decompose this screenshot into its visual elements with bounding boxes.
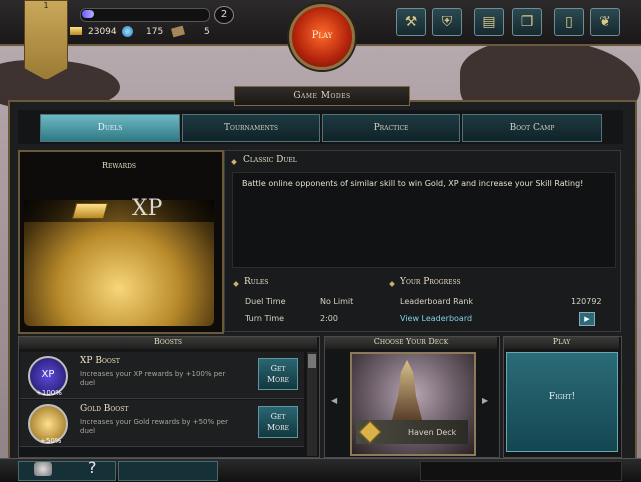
duel-title: Classic Duel — [243, 155, 297, 165]
footer-slot[interactable] — [118, 461, 218, 481]
play-title: Play — [504, 337, 619, 349]
footer-slot[interactable] — [18, 461, 116, 481]
dice-icon[interactable] — [34, 462, 52, 476]
rewards-strip — [24, 200, 214, 222]
gold-boost-percent: +50% — [40, 437, 62, 445]
laurel-icon[interactable]: ❦ — [590, 8, 620, 36]
level-badge: 2 — [214, 6, 234, 24]
rewards-title: Rewards — [101, 161, 137, 170]
xp-boost-description: Increases your XP rewards by +100% per d… — [80, 370, 226, 387]
fight-button[interactable]: Fight! — [506, 352, 618, 452]
ticket-amount: 5 — [204, 27, 210, 37]
xp-bar-fill — [82, 10, 94, 18]
xp-boost-name: XP Boost — [80, 356, 120, 366]
xp-boost-get-more-button[interactable]: Get More — [258, 358, 298, 390]
question-card-icon[interactable]: ▯ — [554, 8, 584, 36]
deck-next-arrow[interactable]: ▶ — [482, 396, 488, 405]
tab-tournaments[interactable]: Tournaments — [182, 114, 320, 142]
xp-boost-percent: +100% — [36, 389, 62, 397]
chest-icon[interactable]: ▤ — [474, 8, 504, 36]
deck-prev-arrow[interactable]: ◀ — [331, 396, 337, 405]
gold-boost-get-more-button[interactable]: Get More — [258, 406, 298, 438]
footer-slot[interactable] — [420, 461, 622, 481]
rule-label-turn-time: Turn Time — [245, 314, 285, 323]
leaderboard-arrow-button[interactable]: ▶ — [579, 312, 595, 326]
xp-reward-label: XP — [132, 196, 163, 221]
player-banner[interactable] — [24, 0, 68, 80]
gold-boost-description: Increases your Gold rewards by +50% per … — [80, 418, 228, 435]
boosts-scroll-thumb[interactable] — [308, 354, 316, 368]
gem-amount: 175 — [146, 27, 164, 37]
gold-amount: 23094 — [88, 27, 117, 37]
progress-title: Your Progress — [400, 277, 461, 287]
rule-value-duel-time: No Limit — [320, 297, 354, 306]
deck-name: Haven Deck — [408, 428, 457, 437]
tab-practice[interactable]: Practice — [322, 114, 460, 142]
rules-title: Rules — [244, 277, 269, 287]
view-leaderboard-link[interactable]: View Leaderboard — [400, 314, 472, 323]
gem-icon — [122, 26, 133, 37]
rule-label-duel-time: Duel Time — [245, 297, 286, 306]
rule-value-turn-time: 2:00 — [320, 314, 338, 323]
tab-duels[interactable]: Duels — [40, 114, 180, 142]
leaderboard-rank-value: 120792 — [571, 297, 602, 306]
hammer-icon[interactable]: ⚒ — [396, 8, 426, 36]
duel-description: Battle online opponents of similar skill… — [242, 179, 584, 188]
panel-title: Game Modes — [234, 86, 410, 106]
xp-bar — [80, 8, 210, 22]
gold-icon — [70, 27, 82, 35]
leaderboard-rank-label: Leaderboard Rank — [400, 297, 474, 306]
play-button[interactable]: Play — [289, 4, 355, 70]
gold-bar-icon — [71, 203, 109, 219]
shield-icon[interactable]: ⛨ — [432, 8, 462, 36]
boosts-title: Boosts — [19, 337, 317, 349]
deck-title: Choose Your Deck — [325, 337, 497, 349]
cards-icon[interactable]: ❐ — [512, 8, 542, 36]
gold-boost-name: Gold Boost — [80, 404, 129, 414]
tab-boot-camp[interactable]: Boot Camp — [462, 114, 602, 142]
help-icon[interactable]: ? — [88, 458, 97, 477]
banner-level: 1 — [43, 1, 49, 10]
